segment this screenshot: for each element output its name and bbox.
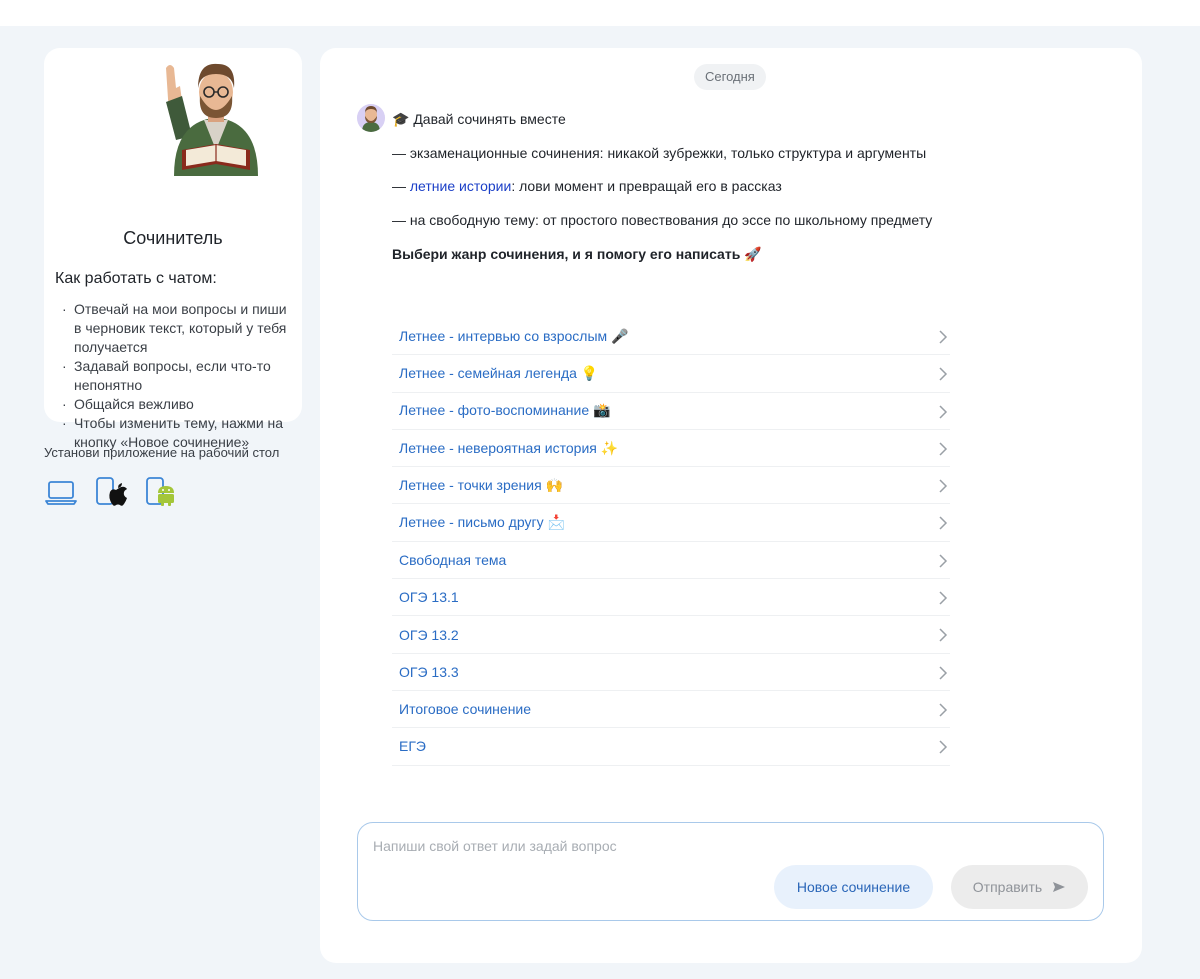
bot-avatar [357,104,385,132]
option-label: Свободная тема [399,551,507,568]
genre-option[interactable]: Летнее - интервью со взрослым 🎤 [392,318,950,356]
message-prompt: Выбери жанр сочинения, и я помогу его на… [392,246,762,262]
chevron-right-icon [939,554,948,568]
genre-option[interactable]: ОГЭ 13.3 [392,654,950,691]
genre-option[interactable]: Итоговое сочинение [392,691,950,729]
genre-option[interactable]: ЕГЭ [392,728,950,766]
message-line: — экзаменационные сочинения: никакой зуб… [392,145,927,161]
laptop-icon[interactable] [44,476,78,508]
bot-avatar-illustration [166,63,258,176]
message-input[interactable] [373,835,1073,857]
send-arrow-icon [1053,882,1066,892]
chevron-right-icon [939,330,948,344]
top-bar [0,0,1200,26]
message-composer: Новое сочинение Отправить [357,822,1104,921]
howto-list: Отвечай на мои вопросы и пиши в черновик… [62,300,294,452]
send-button-label: Отправить [972,879,1043,895]
send-button[interactable]: Отправить [951,865,1088,909]
option-label: ЕГЭ [399,738,426,755]
chevron-right-icon [939,479,948,493]
chevron-right-icon [939,666,948,680]
chevron-right-icon [939,740,948,754]
summer-stories-link[interactable]: летние истории [410,178,511,194]
genre-options-list: Летнее - интервью со взрослым 🎤 Летнее -… [392,318,950,766]
chevron-right-icon [939,442,948,456]
date-separator: Сегодня [694,64,766,90]
genre-option[interactable]: ОГЭ 13.1 [392,579,950,617]
new-essay-button[interactable]: Новое сочинение [774,865,933,909]
howto-item: Общайся вежливо [62,395,294,414]
option-label: Летнее - фото-воспоминание 📸 [399,402,611,419]
option-label: Итоговое сочинение [399,701,532,718]
chevron-right-icon [939,516,948,531]
chevron-right-icon [939,703,948,717]
bot-profile-card: Сочинитель Как работать с чатом: Отвечай… [44,48,302,450]
chat-panel: Сегодня 🎓 Давай сочинять вместе — экзаме… [320,48,1142,963]
option-label: ОГЭ 13.2 [399,626,459,643]
genre-option[interactable]: Летнее - невероятная история ✨ [392,430,950,468]
genre-option[interactable]: Свободная тема [392,542,950,580]
option-label: Летнее - точки зрения 🙌 [399,476,563,493]
bot-name: Сочинитель [123,228,223,248]
chevron-right-icon [939,405,948,419]
option-label: Летнее - интервью со взрослым 🎤 [399,327,629,344]
genre-option[interactable]: Летнее - точки зрения 🙌 [392,467,950,505]
option-label: Летнее - письмо другу 📩 [399,514,565,531]
genre-option[interactable]: ОГЭ 13.2 [392,616,950,654]
howto-item: Отвечай на мои вопросы и пиши в черновик… [62,300,294,357]
genre-option[interactable]: Летнее - письмо другу 📩 [392,504,950,542]
option-label: ОГЭ 13.1 [399,589,459,606]
message-line: — на свободную тему: от простого повеств… [392,212,933,228]
genre-option[interactable]: Летнее - фото-воспоминание 📸 [392,393,950,430]
genre-option[interactable]: Летнее - семейная легенда 💡 [392,355,950,393]
message-title: 🎓 Давай сочинять вместе [392,111,566,127]
apple-phone-icon[interactable] [94,476,128,508]
howto-title: Как работать с чатом: [55,270,217,287]
bot-face-icon [357,104,385,132]
option-label: Летнее - семейная легенда 💡 [399,364,599,381]
howto-item: Задавай вопросы, если что-то непонятно [62,357,294,395]
install-app-label: Установи приложение на рабочий стол [44,445,280,460]
option-label: Летнее - невероятная история ✨ [399,439,619,456]
chevron-right-icon [939,628,948,642]
message-line: — летние истории: лови момент и превраща… [392,178,782,194]
message-line-prefix: — [392,178,410,194]
chevron-right-icon [939,367,948,381]
android-phone-icon[interactable] [144,476,178,508]
message-line-suffix: : лови момент и превращай его в рассказ [511,178,782,194]
option-label: ОГЭ 13.3 [399,663,459,680]
chevron-right-icon [939,591,948,605]
install-icons [44,476,178,508]
